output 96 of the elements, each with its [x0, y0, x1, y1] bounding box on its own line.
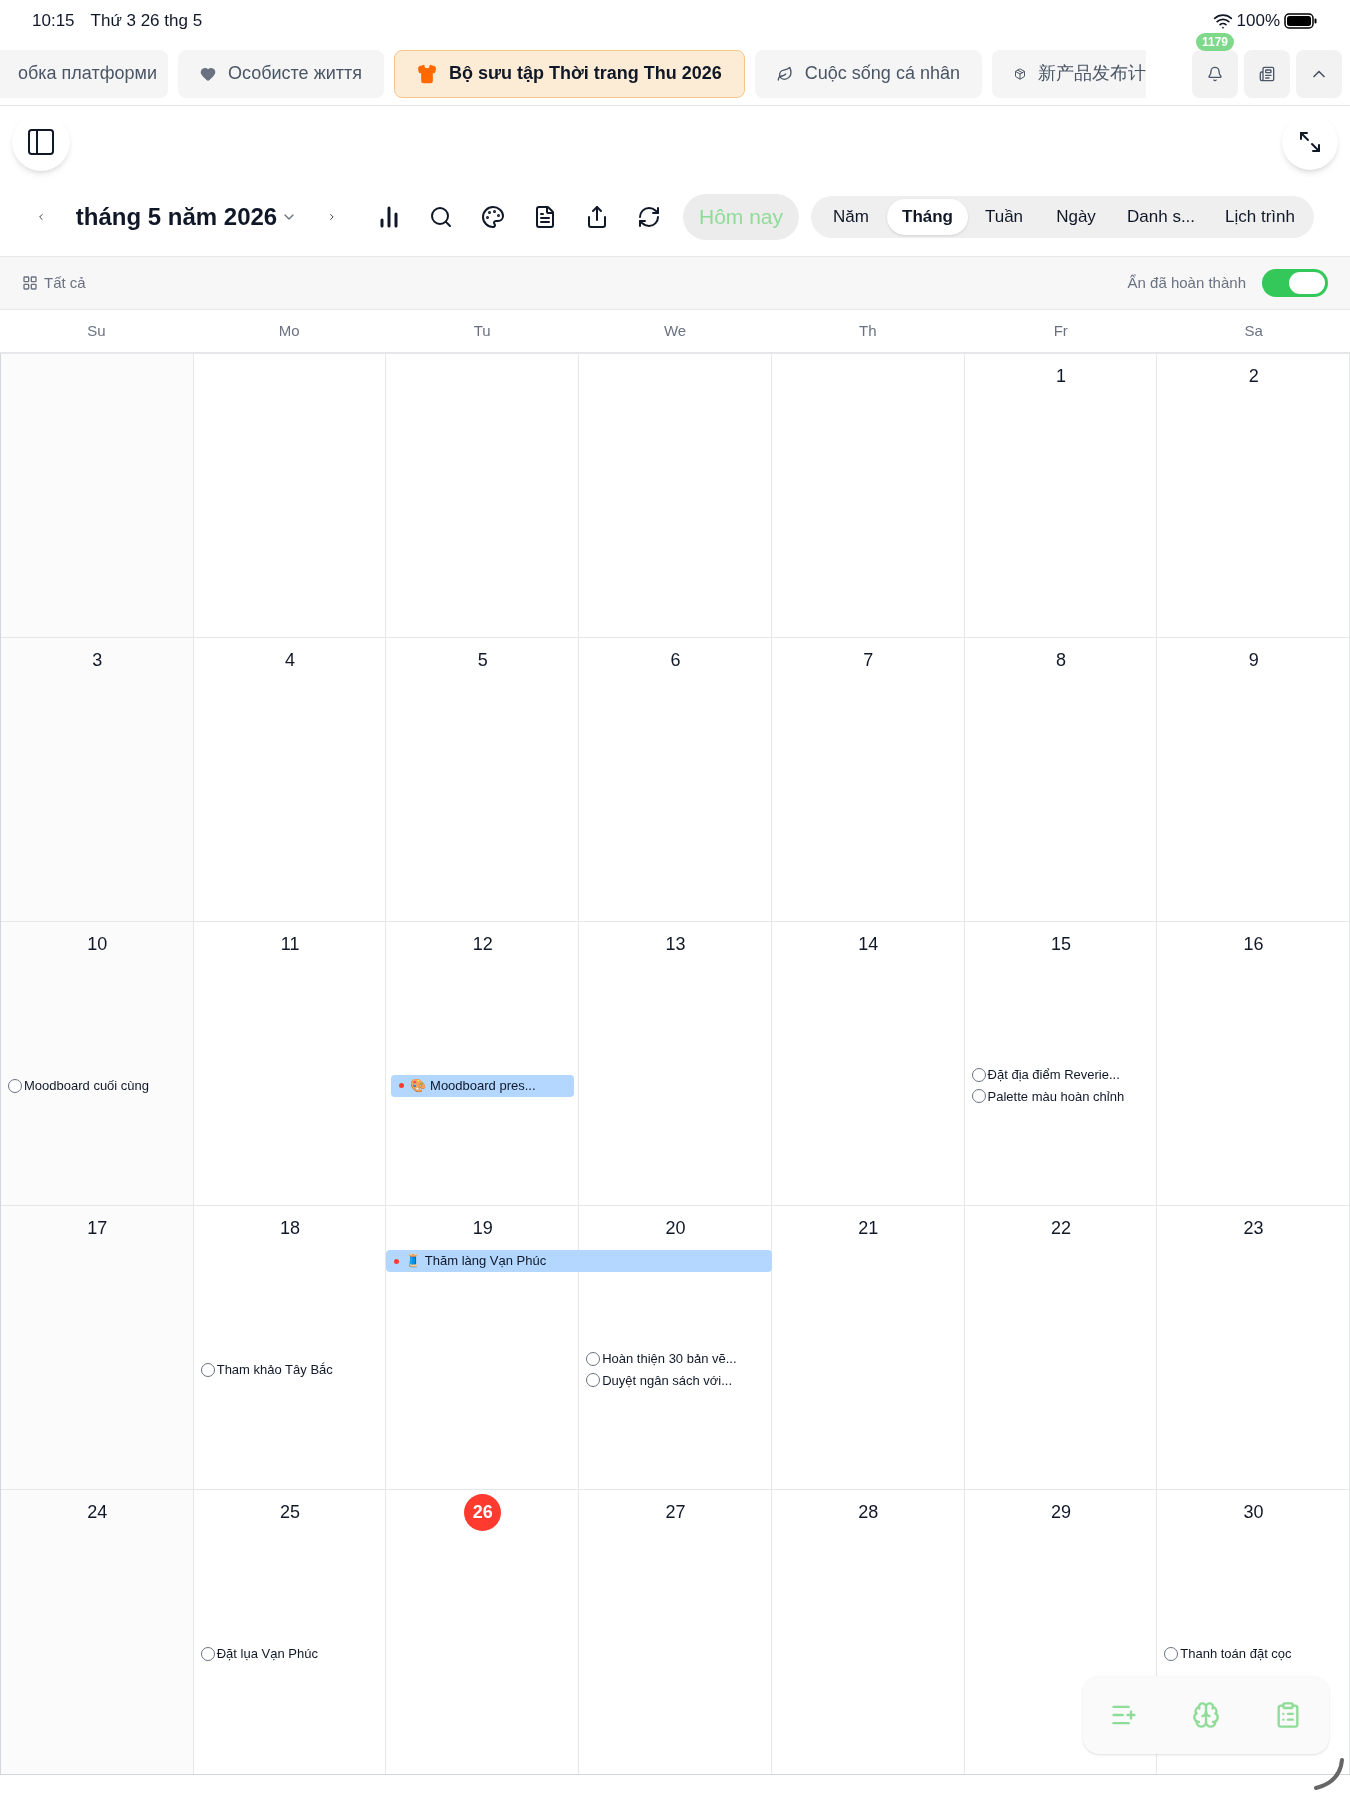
task-title: Palette màu hoàn chỉnh — [987, 1087, 1125, 1106]
day-number: 19 — [472, 1216, 493, 1240]
package-icon — [1013, 65, 1026, 82]
task-title: Duyệt ngân sách với... — [602, 1371, 733, 1390]
resize-handle-icon[interactable] — [1312, 1758, 1344, 1790]
wifi-icon — [1212, 11, 1233, 31]
sidebar-icon — [25, 126, 57, 158]
day-number: 20 — [665, 1216, 686, 1240]
task-checkbox[interactable] — [586, 1373, 601, 1388]
day-number: 26 — [464, 1493, 502, 1531]
task-checkbox[interactable] — [200, 1647, 215, 1661]
day-number: 22 — [1050, 1216, 1071, 1240]
weekday-label: Sa — [1244, 320, 1263, 341]
view-tab[interactable]: Lịch trình — [1210, 199, 1310, 235]
day-number: 27 — [665, 1500, 686, 1524]
battery-icon — [1284, 13, 1318, 29]
project-tab[interactable]: 新产品发布计 — [991, 49, 1146, 98]
palette-icon[interactable] — [481, 205, 505, 229]
task-checkbox[interactable] — [971, 1089, 986, 1104]
task-title: Đặt địa điểm Reverie... — [987, 1066, 1120, 1084]
task-title: Tham khảo Tây Bắc — [216, 1360, 333, 1379]
leaf-icon — [776, 65, 793, 82]
day-number: 1 — [1055, 364, 1066, 388]
view-tab[interactable]: Ngày — [1040, 199, 1112, 235]
status-date: Thứ 3 26 thg 5 — [90, 10, 203, 33]
view-tab[interactable]: Tuần — [968, 199, 1040, 235]
day-number: 13 — [665, 932, 686, 956]
expand-icon — [1298, 130, 1322, 154]
notification-badge: 1179 — [1196, 32, 1234, 51]
task-title: Thanh toán đặt cọc — [1180, 1645, 1292, 1664]
weekday-label: Th — [859, 320, 877, 341]
newspaper-icon — [1259, 65, 1275, 82]
hide-completed-toggle[interactable] — [1262, 269, 1328, 297]
battery-percent: 100% — [1236, 10, 1280, 33]
reader-button[interactable] — [1244, 49, 1290, 98]
weekday-label: Fr — [1053, 320, 1068, 341]
search-icon[interactable] — [429, 205, 453, 229]
day-number: 21 — [858, 1216, 879, 1240]
grid-icon — [22, 275, 38, 291]
day-number: 9 — [1248, 648, 1259, 672]
event-bar[interactable]: 🧵 Thăm làng Vạn Phúc — [386, 1250, 772, 1272]
day-number: 17 — [87, 1216, 108, 1240]
day-number: 8 — [1055, 648, 1066, 672]
day-number: 24 — [87, 1500, 108, 1524]
sidebar-toggle-button[interactable] — [12, 113, 70, 171]
bell-icon — [1207, 65, 1223, 82]
day-number: 28 — [858, 1500, 879, 1524]
day-number: 10 — [87, 932, 108, 956]
document-icon[interactable] — [533, 205, 557, 229]
project-tab[interactable]: обка платформи — [0, 49, 168, 98]
day-number: 4 — [285, 648, 296, 672]
task-checkbox[interactable] — [200, 1362, 215, 1377]
day-number: 30 — [1243, 1500, 1264, 1524]
day-number: 25 — [280, 1500, 301, 1524]
status-time: 10:15 — [32, 10, 75, 33]
view-tab[interactable]: Tháng — [887, 199, 968, 235]
day-number: 14 — [858, 932, 879, 956]
day-number: 6 — [670, 648, 681, 672]
day-number: 11 — [280, 932, 300, 956]
weekday-label: We — [663, 320, 687, 341]
event-title: 🧵 Thăm làng Vạn Phúc — [405, 1252, 547, 1271]
task-title: Hoàn thiện 30 bản vẽ... — [602, 1350, 737, 1368]
expand-button[interactable] — [1282, 114, 1338, 170]
view-tab[interactable]: Năm — [815, 199, 887, 235]
heart-icon — [200, 65, 216, 82]
event-bar[interactable]: 🎨 Moodboard pres... — [391, 1074, 575, 1097]
weekday-label: Mo — [278, 320, 300, 341]
day-number: 7 — [863, 648, 874, 672]
weekday-label: Tu — [473, 320, 491, 341]
project-tab[interactable]: Особисте життя — [178, 49, 384, 98]
project-tab[interactable]: Bộ sưu tập Thời trang Thu 2026 — [393, 49, 745, 98]
view-tab[interactable]: Danh s... — [1112, 199, 1211, 235]
day-number: 12 — [472, 932, 493, 956]
hide-completed-label: Ẩn đã hoàn thành — [1127, 272, 1246, 293]
project-tab[interactable]: Cuộc sống cá nhân — [754, 49, 982, 98]
task-checkbox[interactable] — [971, 1067, 986, 1082]
month-picker[interactable]: tháng 5 năm 2026 — [75, 199, 298, 235]
filter-all-button[interactable]: Tất cả — [22, 271, 86, 295]
day-number: 3 — [92, 648, 103, 672]
weekday-label: Su — [87, 320, 106, 341]
day-number: 15 — [1050, 932, 1071, 956]
task-title: Moodboard cuối cùng — [24, 1076, 150, 1095]
event-title: 🎨 Moodboard pres... — [410, 1076, 536, 1095]
task-title: Đặt lụa Vạn Phúc — [216, 1645, 318, 1664]
day-number: 18 — [280, 1216, 301, 1240]
notification-button[interactable] — [1192, 49, 1238, 98]
shirt-icon — [416, 63, 437, 84]
day-number: 16 — [1243, 932, 1264, 956]
day-number: 2 — [1248, 364, 1259, 388]
refresh-icon[interactable] — [637, 205, 661, 229]
task-checkbox[interactable] — [1164, 1647, 1179, 1661]
share-icon[interactable] — [585, 205, 609, 229]
day-number: 29 — [1050, 1500, 1071, 1524]
day-number: 5 — [477, 648, 488, 672]
task-checkbox[interactable] — [586, 1351, 601, 1366]
day-number: 23 — [1243, 1216, 1264, 1240]
